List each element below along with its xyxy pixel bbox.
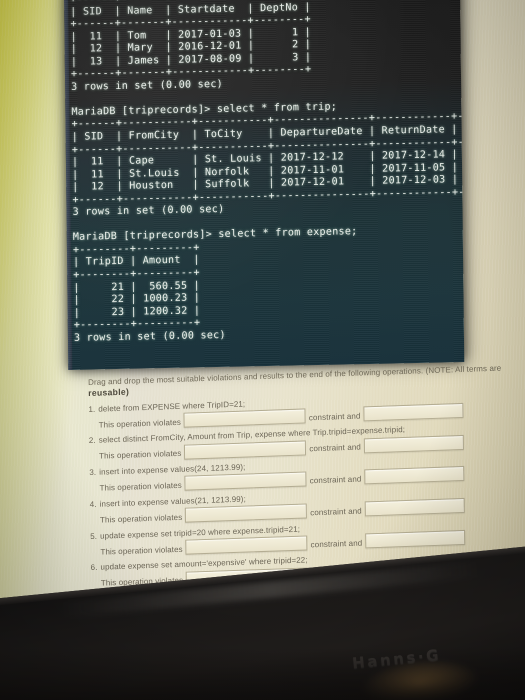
violates-label: This operation violates xyxy=(99,480,182,493)
constraint-and-label: constraint and xyxy=(309,474,362,486)
question-number: 2. xyxy=(88,436,96,446)
constraint-and-label: constraint and xyxy=(309,442,361,454)
constraint-and-label: constraint and xyxy=(310,506,362,518)
terminal-output-text: +------+-------+------------+--------+ |… xyxy=(70,0,465,344)
violation-drop-box[interactable] xyxy=(185,535,308,555)
result-drop-box[interactable] xyxy=(365,529,466,549)
violation-drop-box[interactable] xyxy=(184,471,307,492)
photo-of-screen: +------+-------+------------+--------+ |… xyxy=(0,0,525,700)
question-number: 1. xyxy=(88,404,96,414)
violates-label: This operation violates xyxy=(99,449,182,462)
question-number: 5. xyxy=(90,531,98,541)
violates-label: This operation violates xyxy=(99,512,183,525)
violates-label: This operation violates xyxy=(98,417,182,430)
question-number: 4. xyxy=(89,499,97,509)
question-number: 3. xyxy=(89,467,97,478)
question-number: 6. xyxy=(90,563,98,573)
constraint-and-label: constraint and xyxy=(310,538,363,550)
violation-drop-box[interactable] xyxy=(184,440,307,460)
result-drop-box[interactable] xyxy=(364,498,465,517)
violates-label: This operation violates xyxy=(100,544,183,557)
result-drop-box[interactable] xyxy=(363,402,464,422)
constraint-and-label: constraint and xyxy=(308,411,361,423)
lower-dark-gradient xyxy=(0,648,525,700)
violation-drop-box[interactable] xyxy=(185,503,308,523)
result-drop-box[interactable] xyxy=(364,466,465,485)
mariadb-terminal-window[interactable]: +------+-------+------------+--------+ |… xyxy=(64,0,465,370)
violation-drop-box[interactable] xyxy=(183,408,306,428)
result-drop-box[interactable] xyxy=(363,434,464,454)
